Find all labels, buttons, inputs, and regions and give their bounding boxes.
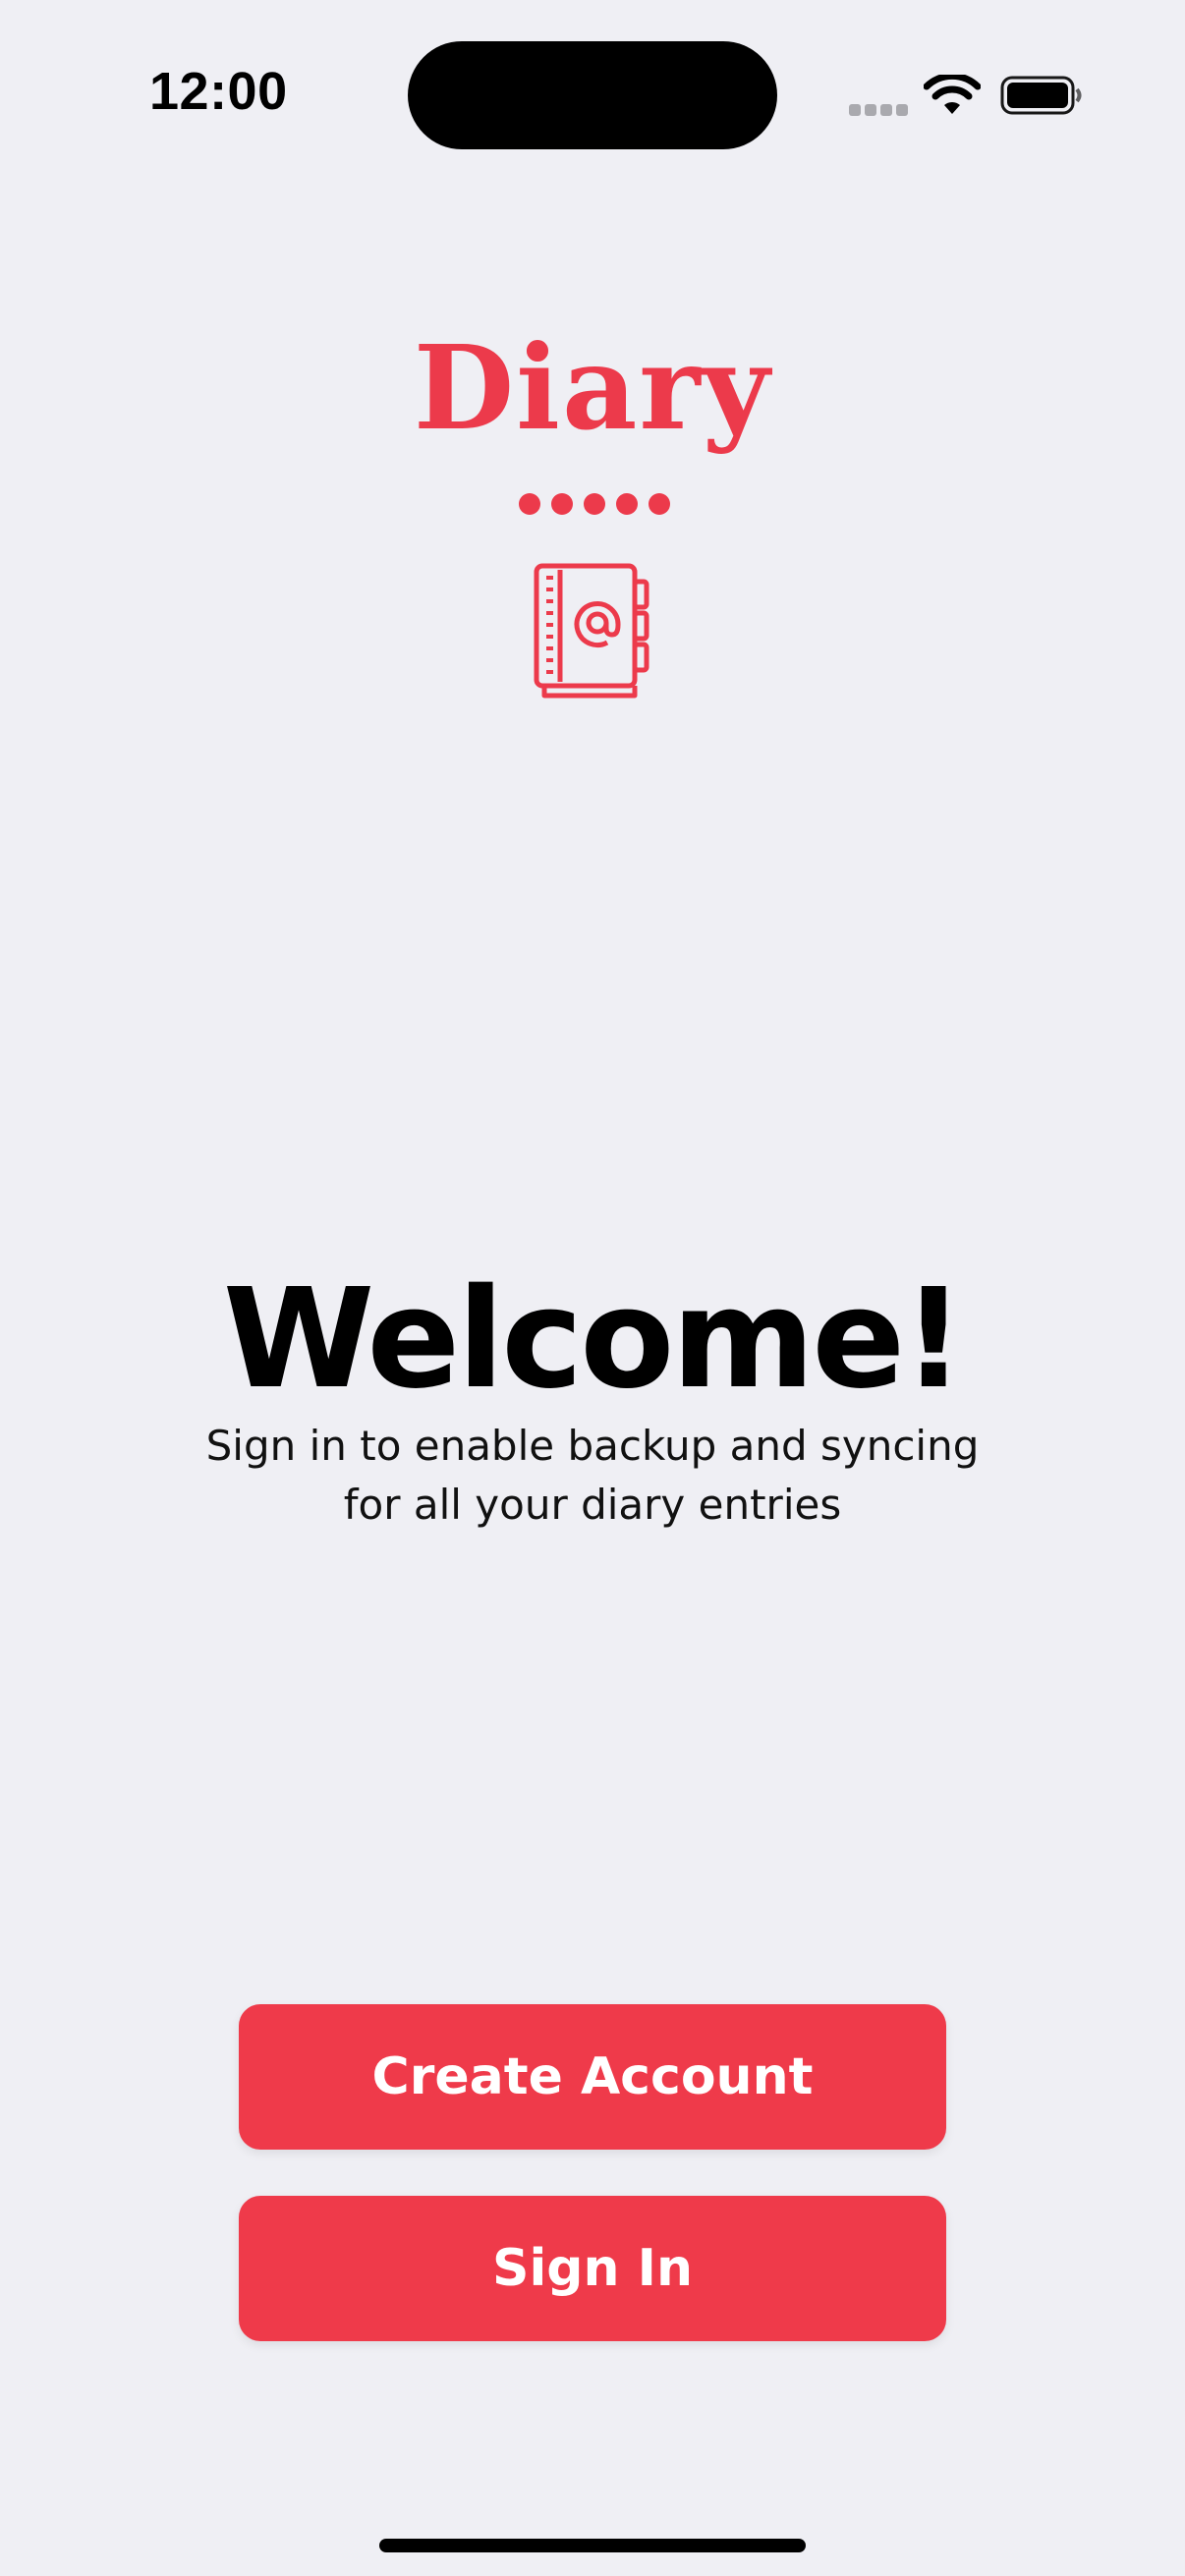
cellular-signal-icon bbox=[849, 104, 908, 116]
create-account-button[interactable]: Create Account bbox=[239, 2004, 946, 2150]
battery-icon bbox=[1000, 76, 1082, 115]
status-time: 12:00 bbox=[149, 62, 288, 121]
welcome-subtitle-line-1: Sign in to enable backup and syncing bbox=[205, 1422, 980, 1470]
logo-dots-decoration bbox=[519, 493, 670, 517]
sign-in-button[interactable]: Sign In bbox=[239, 2196, 946, 2341]
dynamic-island bbox=[408, 41, 777, 149]
app-logo-title: Diary bbox=[413, 319, 772, 456]
welcome-heading: Welcome! bbox=[222, 1260, 965, 1420]
welcome-subtitle: Sign in to enable backup and syncing for… bbox=[177, 1417, 1008, 1535]
status-bar: 12:00 bbox=[0, 0, 1185, 177]
welcome-subtitle-line-2: for all your diary entries bbox=[343, 1481, 842, 1529]
address-book-at-icon bbox=[534, 563, 649, 699]
home-indicator[interactable] bbox=[379, 2539, 806, 2552]
wifi-icon bbox=[924, 75, 981, 114]
